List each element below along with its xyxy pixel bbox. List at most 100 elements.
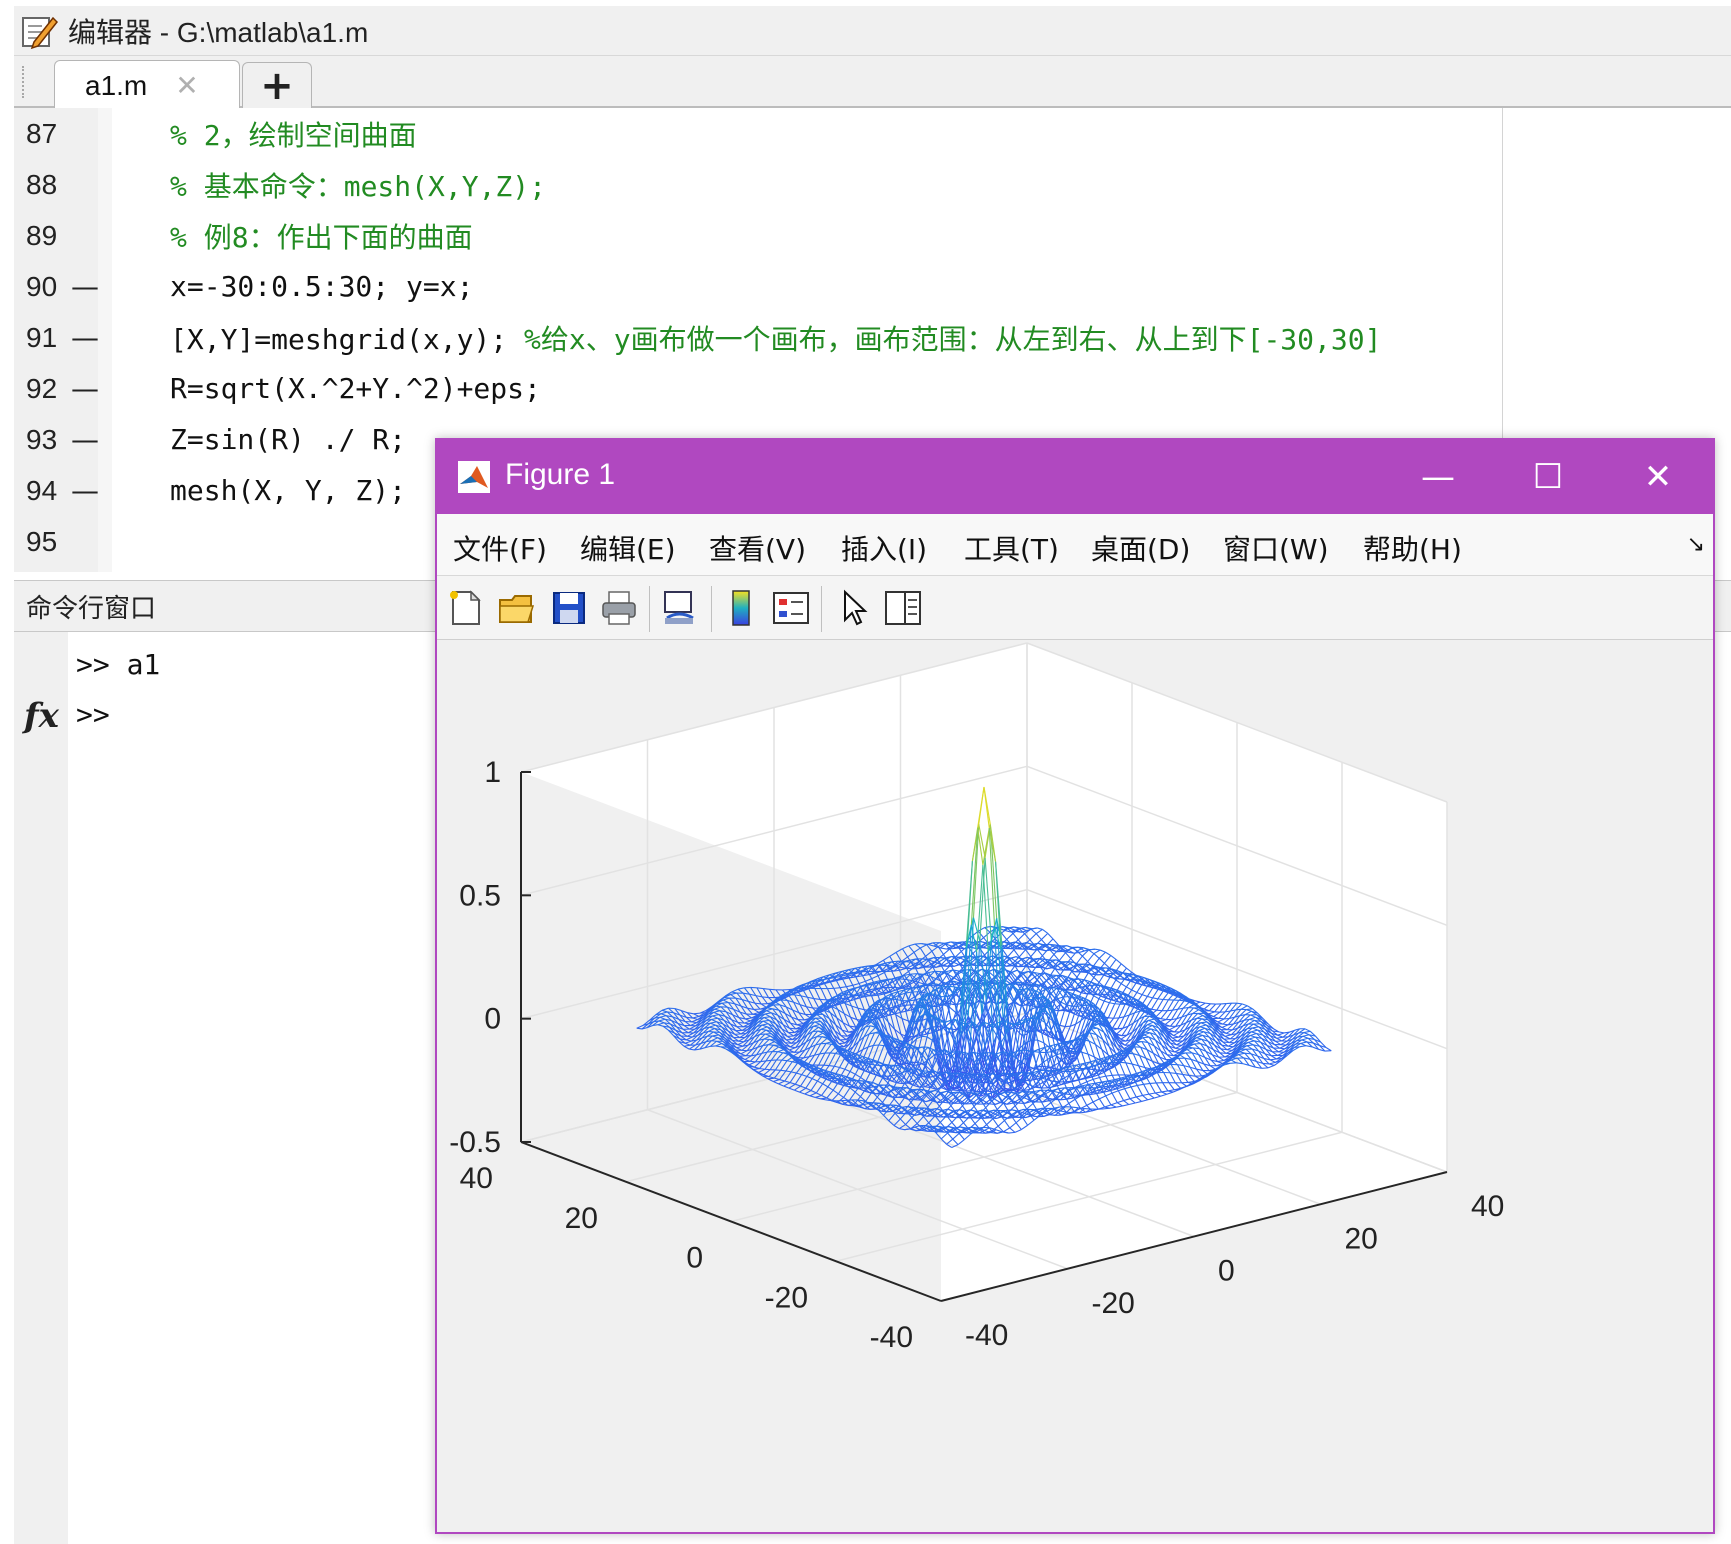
mesh-edge	[811, 1078, 818, 1082]
menu-view[interactable]: 查看(V)	[709, 528, 806, 568]
line-number: 87	[26, 117, 58, 149]
mesh-edge	[758, 1068, 766, 1073]
print-figure-icon[interactable]	[599, 588, 639, 628]
command-prompt[interactable]: >>	[76, 698, 110, 731]
editor-pencil-icon	[22, 16, 58, 49]
line-number: 94	[26, 474, 58, 506]
open-file-icon[interactable]	[497, 588, 537, 628]
code-comment: % 2，绘制空间曲面	[170, 118, 417, 152]
insert-legend-icon[interactable]	[771, 588, 811, 628]
menu-edit[interactable]: 编辑(E)	[580, 528, 676, 568]
mesh-edge	[902, 962, 910, 972]
line-number: 92	[26, 372, 58, 404]
breakpoint-marker[interactable]: —	[71, 474, 99, 507]
code-line[interactable]: 87 % 2，绘制空间曲面	[14, 108, 1731, 159]
link-plot-icon[interactable]	[659, 588, 699, 628]
mesh-edge	[899, 978, 906, 980]
mesh-edge	[804, 1093, 811, 1097]
mesh-edge	[795, 1064, 804, 1074]
mesh-edge	[829, 1064, 835, 1067]
mesh-edge	[799, 1091, 805, 1095]
mesh-edge	[809, 1092, 817, 1097]
breakpoint-marker[interactable]: —	[71, 423, 99, 456]
figure-menu-bar: 文件(F) 编辑(E) 查看(V) 插入(I) 工具(T) 桌面(D) 窗口(W…	[437, 514, 1713, 576]
mesh-edge	[895, 948, 903, 953]
mesh-edge	[815, 1096, 821, 1100]
function-browser-icon[interactable]: fx	[24, 696, 59, 736]
insert-colorbar-icon[interactable]	[721, 588, 761, 628]
menu-desktop[interactable]: 桌面(D)	[1091, 528, 1190, 568]
line-number: 89	[26, 219, 58, 251]
save-figure-icon[interactable]	[549, 588, 589, 628]
figure-window: Figure 1 — ☐ ✕ 文件(F) 编辑(E) 查看(V) 插入(I) 工…	[435, 438, 1715, 1534]
mesh-edge	[714, 1006, 722, 1010]
mesh-edge	[826, 1089, 834, 1099]
minimize-button[interactable]: —	[1383, 440, 1493, 514]
plot-area[interactable]: -0.5 0 0.5 1 -40 -20 0 20 40 -40 -20 0 20 40	[437, 640, 1713, 1532]
mesh-edge	[753, 1067, 760, 1071]
mesh-edge	[794, 1089, 800, 1093]
mesh-edge	[1032, 1017, 1039, 1020]
mesh-edge	[828, 1053, 836, 1066]
code-line[interactable]: 89 % 例8：作出下面的曲面	[14, 210, 1731, 261]
menu-insert[interactable]: 插入(I)	[841, 528, 927, 568]
mesh-edge	[931, 946, 939, 952]
mesh-edge	[796, 1072, 802, 1076]
mesh-edge	[731, 988, 739, 993]
breakpoint-marker[interactable]: —	[71, 372, 99, 405]
mesh-edge	[849, 1087, 856, 1093]
mesh-plot[interactable]: -0.500.51-40-2002040-40-2002040	[437, 640, 1713, 1532]
mesh-edge	[764, 1016, 771, 1019]
mesh-edge	[777, 1051, 783, 1054]
line-number: 93	[26, 423, 58, 455]
figure-title-bar[interactable]: Figure 1 — ☐ ✕	[437, 440, 1713, 514]
menu-file[interactable]: 文件(F)	[453, 528, 547, 568]
add-tab-button[interactable]: +	[242, 62, 312, 109]
new-figure-icon[interactable]	[445, 588, 485, 628]
code-line[interactable]: 88 % 基本命令：mesh(X,Y,Z);	[14, 159, 1731, 210]
mesh-edge	[1157, 998, 1164, 1001]
mesh-edge	[786, 1060, 793, 1063]
mesh-edge	[740, 1050, 748, 1055]
command-gutter	[14, 632, 68, 1544]
code-line[interactable]: 92 — R=sqrt(X.^2+Y.^2)+eps;	[14, 363, 1731, 414]
mesh-edge	[809, 1095, 816, 1098]
tab-a1-m[interactable]: a1.m ✕	[54, 60, 240, 110]
maximize-button[interactable]: ☐	[1493, 440, 1603, 514]
mesh-edge	[838, 1042, 846, 1045]
code-comment: % 基本命令：mesh(X,Y,Z);	[170, 169, 547, 203]
menu-help[interactable]: 帮助(H)	[1363, 528, 1462, 568]
breakpoint-marker[interactable]: —	[71, 321, 99, 354]
mesh-edge	[785, 1070, 792, 1073]
mesh-edge	[1178, 999, 1185, 1002]
property-inspector-icon[interactable]	[883, 588, 923, 628]
mesh-edge	[839, 994, 847, 996]
line-number: 90	[26, 270, 58, 302]
edit-plot-cursor-icon[interactable]	[833, 588, 873, 628]
code-line[interactable]: 90 — x=-30:0.5:30; y=x;	[14, 261, 1731, 312]
close-button[interactable]: ✕	[1603, 440, 1713, 514]
close-tab-icon[interactable]: ✕	[175, 69, 198, 102]
mesh-edge	[771, 1046, 779, 1052]
mesh-edge	[659, 1015, 667, 1018]
mesh-edge	[780, 1069, 786, 1072]
mesh-edge	[722, 997, 730, 1001]
mesh-edge	[689, 1048, 695, 1051]
mesh-edge	[853, 972, 860, 984]
breakpoint-marker[interactable]: —	[71, 270, 99, 303]
mesh-edge	[774, 1059, 783, 1071]
code-line[interactable]: 91 — [X,Y]=meshgrid(x,y); %给x、y画布做一个画布，画…	[14, 312, 1731, 363]
menu-window[interactable]: 窗口(W)	[1223, 528, 1329, 568]
mesh-edge	[713, 1010, 721, 1013]
mesh-edge	[801, 1074, 808, 1077]
dock-figure-icon[interactable]: ↘	[1687, 532, 1705, 557]
mesh-edge	[865, 1091, 873, 1102]
menu-tools[interactable]: 工具(T)	[964, 528, 1059, 568]
mesh-edge	[781, 1054, 789, 1061]
mesh-edge	[636, 1024, 644, 1029]
toolbar-separator	[649, 586, 650, 632]
tab-grip-handle[interactable]	[22, 66, 26, 98]
mesh-edge	[871, 1044, 880, 1062]
mesh-edge	[877, 1045, 885, 1063]
mesh-edge	[813, 998, 820, 1009]
